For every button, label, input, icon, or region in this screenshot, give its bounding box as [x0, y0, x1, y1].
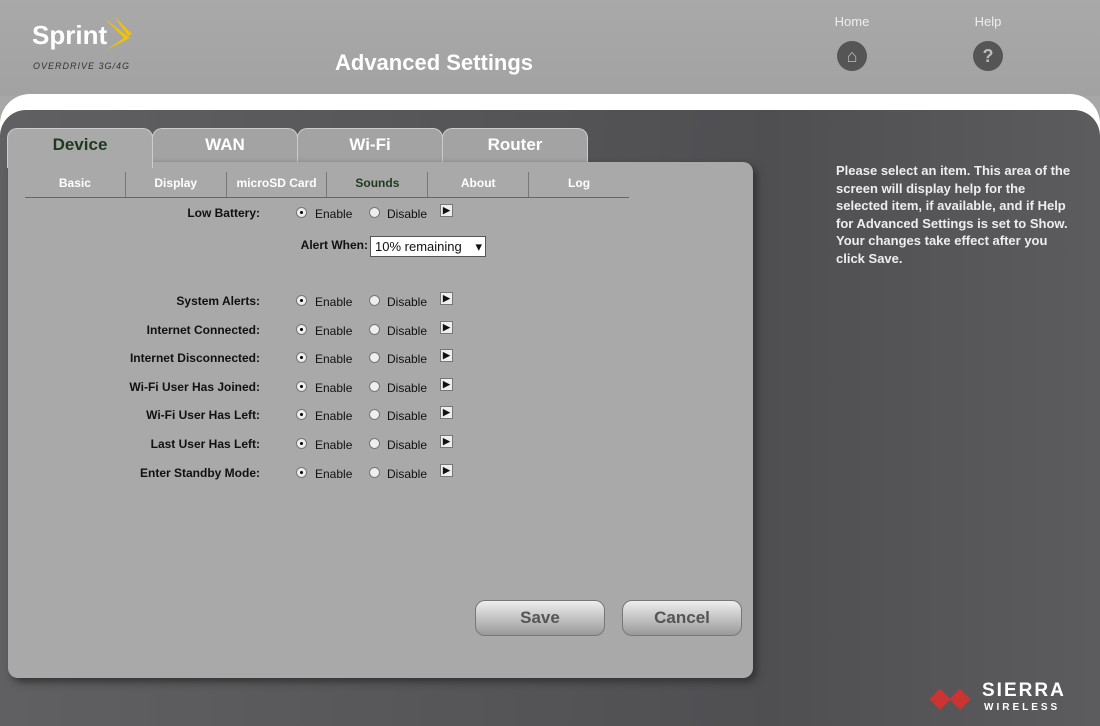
enable-radio[interactable] — [296, 207, 307, 218]
help-paragraph: Your changes take effect after you click… — [836, 233, 1048, 266]
alert-when-label: Alert When: — [300, 238, 368, 252]
setting-row: Internet Connected: Enable Disable ▶ — [8, 321, 608, 341]
cancel-button[interactable]: Cancel — [622, 600, 742, 636]
sierra-sub: WIRELESS — [984, 702, 1061, 713]
settings-panel: Basic Display microSD Card Sounds About … — [8, 162, 753, 678]
setting-label: Low Battery: — [187, 206, 260, 220]
enable-label: Enable — [315, 295, 353, 309]
disable-radio[interactable] — [369, 295, 380, 306]
enable-label: Enable — [315, 409, 353, 423]
alert-when-value: 10% remaining — [375, 239, 462, 254]
alert-when-select[interactable]: 10% remaining ▾ — [370, 236, 486, 257]
help-label: Help — [974, 14, 1002, 29]
setting-row: Internet Disconnected: Enable Disable ▶ — [8, 349, 608, 369]
enable-radio[interactable] — [296, 409, 307, 420]
subtab-basic[interactable]: Basic — [25, 172, 125, 197]
home-label: Home — [834, 14, 870, 29]
enable-label: Enable — [315, 207, 353, 221]
setting-row: Wi-Fi User Has Joined: Enable Disable ▶ — [8, 378, 608, 398]
overdrive-logo: OVERDRIVE 3G/4G — [33, 61, 131, 71]
play-sound-icon[interactable]: ▶ — [440, 406, 453, 419]
disable-label: Disable — [387, 352, 428, 366]
disable-label: Disable — [387, 295, 428, 309]
help-icon[interactable]: ? — [973, 41, 1003, 71]
disable-radio[interactable] — [369, 324, 380, 335]
tab-router[interactable]: Router — [442, 128, 588, 164]
home-icon[interactable]: ⌂ — [837, 41, 867, 71]
disable-label: Disable — [387, 467, 428, 481]
disable-label: Disable — [387, 207, 428, 221]
play-sound-icon[interactable]: ▶ — [440, 292, 453, 305]
play-sound-icon[interactable]: ▶ — [440, 204, 453, 217]
play-sound-icon[interactable]: ▶ — [440, 321, 453, 334]
enable-radio[interactable] — [296, 438, 307, 449]
setting-label: Wi-Fi User Has Joined: — [129, 380, 260, 394]
sierra-logo-mark-icon: ◆◆ — [930, 682, 970, 712]
save-button[interactable]: Save — [475, 600, 605, 636]
enable-label: Enable — [315, 352, 353, 366]
subtab-microsd[interactable]: microSD Card — [225, 172, 327, 197]
enable-label: Enable — [315, 381, 353, 395]
disable-label: Disable — [387, 438, 428, 452]
enable-label: Enable — [315, 438, 353, 452]
subtab-sounds[interactable]: Sounds — [326, 172, 427, 197]
disable-radio[interactable] — [369, 381, 380, 392]
setting-row: Low Battery: Enable Disable ▶ — [8, 204, 608, 224]
setting-row: System Alerts: Enable Disable ▶ — [8, 292, 608, 312]
subtab-log[interactable]: Log — [528, 172, 629, 197]
play-sound-icon[interactable]: ▶ — [440, 464, 453, 477]
header: Sprint OVERDRIVE 3G/4G Advanced Settings… — [0, 0, 1100, 96]
setting-row: Enter Standby Mode: Enable Disable ▶ — [8, 464, 608, 484]
disable-radio[interactable] — [369, 467, 380, 478]
sierra-name: SIERRA — [982, 680, 1066, 701]
disable-label: Disable — [387, 409, 428, 423]
play-sound-icon[interactable]: ▶ — [440, 435, 453, 448]
disable-radio[interactable] — [369, 438, 380, 449]
sprint-swoosh-icon — [104, 16, 132, 50]
disable-radio[interactable] — [369, 352, 380, 363]
help-text: Please select an item. This area of the … — [836, 162, 1076, 267]
home-button[interactable]: Home ⌂ — [822, 14, 882, 71]
subtab-bar: Basic Display microSD Card Sounds About … — [25, 172, 629, 198]
enable-radio[interactable] — [296, 324, 307, 335]
alert-when-row: Alert When: 10% remaining ▾ — [8, 236, 608, 257]
tab-wan[interactable]: WAN — [152, 128, 298, 164]
setting-label: Wi-Fi User Has Left: — [146, 408, 260, 422]
play-sound-icon[interactable]: ▶ — [440, 378, 453, 391]
enable-radio[interactable] — [296, 467, 307, 478]
setting-label: Enter Standby Mode: — [139, 466, 260, 480]
enable-label: Enable — [315, 324, 353, 338]
subtab-display[interactable]: Display — [124, 172, 226, 197]
disable-radio[interactable] — [369, 207, 380, 218]
disable-label: Disable — [387, 381, 428, 395]
setting-row: Last User Has Left: Enable Disable ▶ — [8, 435, 608, 455]
enable-radio[interactable] — [296, 295, 307, 306]
tab-device[interactable]: Device — [7, 128, 153, 168]
disable-radio[interactable] — [369, 409, 380, 420]
setting-row: Wi-Fi User Has Left: Enable Disable ▶ — [8, 406, 608, 426]
play-sound-icon[interactable]: ▶ — [440, 349, 453, 362]
setting-label: Last User Has Left: — [150, 437, 260, 451]
disable-label: Disable — [387, 324, 428, 338]
chevron-down-icon: ▾ — [475, 239, 482, 254]
enable-radio[interactable] — [296, 381, 307, 392]
enable-radio[interactable] — [296, 352, 307, 363]
page-title: Advanced Settings — [335, 50, 534, 75]
enable-label: Enable — [315, 467, 353, 481]
tab-wifi[interactable]: Wi-Fi — [297, 128, 443, 164]
setting-label: System Alerts: — [176, 294, 260, 308]
help-button[interactable]: Help? — [958, 14, 1018, 71]
help-paragraph: Please select an item. This area of the … — [836, 163, 1071, 231]
setting-label: Internet Disconnected: — [129, 351, 260, 365]
setting-label: Internet Connected: — [146, 323, 260, 337]
sprint-logo: Sprint — [32, 20, 108, 50]
subtab-about[interactable]: About — [427, 172, 528, 197]
